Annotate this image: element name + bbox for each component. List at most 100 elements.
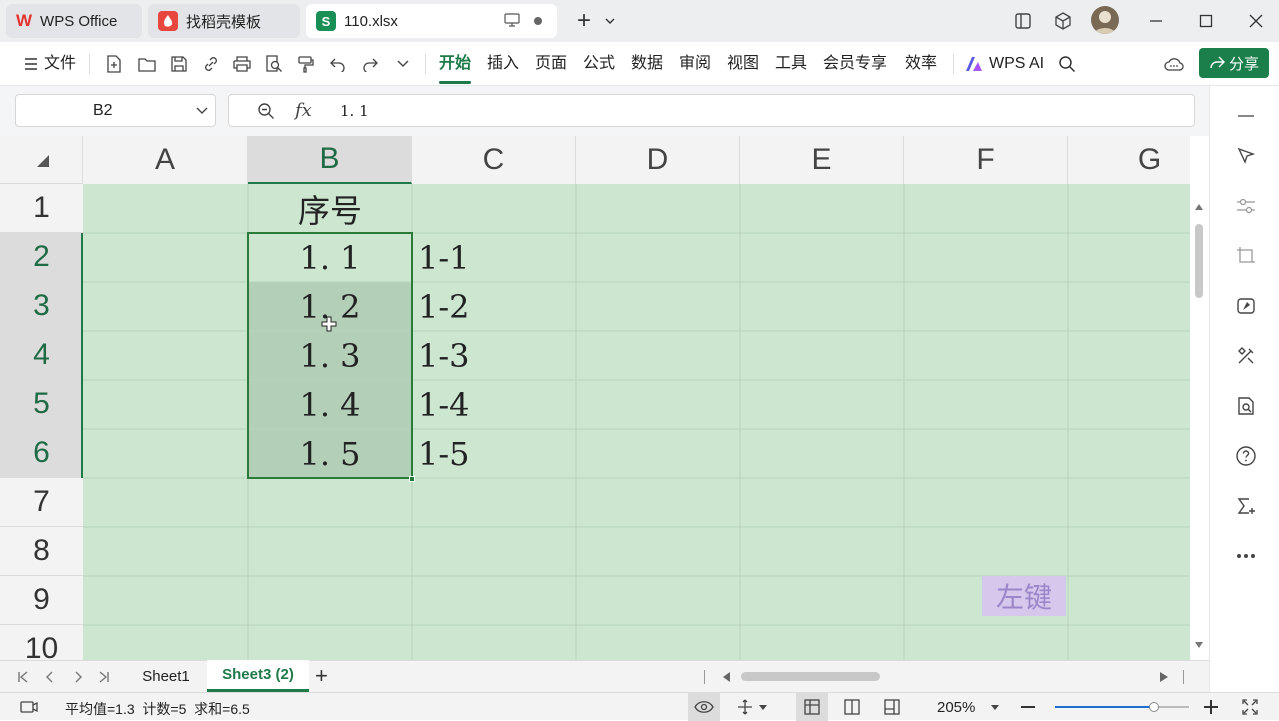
scroll-up-icon[interactable]: [1195, 204, 1203, 210]
last-sheet-icon[interactable]: [98, 671, 110, 683]
menu-tab-page[interactable]: 页面: [535, 52, 567, 76]
row-header-9[interactable]: 9: [0, 576, 83, 625]
tab-110-xlsx[interactable]: S 110.xlsx: [306, 4, 557, 38]
print-icon[interactable]: [231, 53, 253, 75]
zoom-chevron-icon[interactable]: [991, 705, 999, 710]
row-header-2[interactable]: 2: [0, 233, 83, 282]
fill-handle[interactable]: [409, 476, 415, 482]
cube-icon[interactable]: [1049, 8, 1077, 34]
new-file-icon[interactable]: [103, 53, 125, 75]
column-header-c[interactable]: C: [412, 136, 576, 184]
print-preview-icon[interactable]: [263, 53, 285, 75]
cell-c2[interactable]: 1-1: [418, 233, 568, 282]
eye-protection-button[interactable]: [688, 693, 720, 721]
select-pointer-icon[interactable]: [1234, 144, 1258, 168]
column-header-e[interactable]: E: [740, 136, 904, 184]
more-options-icon[interactable]: [1234, 544, 1258, 568]
column-header-f[interactable]: F: [904, 136, 1068, 184]
name-box-chevron-icon[interactable]: [196, 107, 208, 115]
menu-tab-efficiency[interactable]: 效率: [905, 52, 937, 76]
zoom-in-icon[interactable]: [1204, 700, 1218, 714]
vertical-scroll-thumb[interactable]: [1195, 224, 1203, 298]
row-header-6[interactable]: 6: [0, 429, 83, 478]
row-header-5[interactable]: 5: [0, 380, 83, 429]
menu-tab-review[interactable]: 审阅: [679, 52, 711, 76]
normal-view-button[interactable]: [796, 693, 828, 721]
zoom-out-icon[interactable]: [1021, 706, 1035, 708]
name-box[interactable]: B2: [15, 94, 216, 127]
menu-tab-home[interactable]: 开始: [439, 52, 472, 84]
select-all-corner[interactable]: [0, 136, 83, 184]
new-tab-button[interactable]: +: [570, 7, 598, 34]
page-break-icon[interactable]: [884, 699, 900, 715]
layout-toggle-icon[interactable]: [1009, 8, 1037, 34]
cell-b1[interactable]: 序号: [248, 184, 412, 233]
column-header-b[interactable]: B: [248, 136, 412, 184]
row-header-1[interactable]: 1: [0, 184, 83, 233]
cloud-sync-icon[interactable]: [1163, 53, 1185, 75]
link-icon[interactable]: [200, 53, 222, 75]
undo-icon[interactable]: [327, 53, 349, 75]
menu-tab-tools[interactable]: 工具: [775, 52, 807, 76]
menu-file[interactable]: 文件: [44, 52, 76, 76]
unsaved-dot-icon[interactable]: [534, 17, 542, 25]
search-icon[interactable]: [1056, 53, 1078, 75]
scroll-right-icon[interactable]: [1160, 672, 1168, 682]
zoom-slider[interactable]: [1055, 702, 1189, 712]
transform-icon[interactable]: [1234, 244, 1258, 268]
column-header-d[interactable]: D: [576, 136, 740, 184]
spreadsheet-grid[interactable]: A B C D E F G 1 2 3 4 5 6 7 8 9 10 序号 1.…: [0, 136, 1190, 660]
column-header-g[interactable]: G: [1068, 136, 1190, 184]
close-icon[interactable]: [1242, 8, 1270, 34]
cell-c3[interactable]: 1-2: [418, 282, 568, 331]
tab-wps-office[interactable]: W WPS Office: [6, 4, 142, 38]
formula-input[interactable]: fx 1. 1: [228, 94, 1195, 127]
scroll-down-icon[interactable]: [1195, 642, 1203, 648]
row-header-3[interactable]: 3: [0, 282, 83, 331]
vertical-scrollbar[interactable]: [1190, 184, 1209, 660]
zoom-formula-icon[interactable]: [257, 102, 275, 120]
sheet-tab-sheet3-2[interactable]: Sheet3 (2): [207, 660, 309, 692]
help-icon[interactable]: [1234, 444, 1258, 468]
save-icon[interactable]: [168, 53, 190, 75]
row-header-10[interactable]: 10: [0, 625, 83, 660]
add-sheet-button[interactable]: +: [315, 663, 328, 689]
freeze-panes-icon[interactable]: [736, 699, 754, 715]
formula-sum-icon[interactable]: [1234, 494, 1258, 518]
minimize-icon[interactable]: [1142, 8, 1170, 34]
cell-c5[interactable]: 1-4: [418, 380, 568, 429]
horizontal-scroll-thumb[interactable]: [741, 672, 880, 681]
column-header-a[interactable]: A: [83, 136, 248, 184]
wps-ai-icon[interactable]: [963, 53, 985, 75]
style-brush-icon[interactable]: [1234, 294, 1258, 318]
row-header-7[interactable]: 7: [0, 478, 83, 527]
document-search-icon[interactable]: [1234, 394, 1258, 418]
menu-tab-formula[interactable]: 公式: [583, 52, 615, 76]
menu-tab-view[interactable]: 视图: [727, 52, 759, 76]
adjust-sliders-icon[interactable]: [1234, 194, 1258, 218]
page-layout-icon[interactable]: [844, 699, 860, 715]
tools-wrench-icon[interactable]: [1234, 344, 1258, 368]
user-avatar[interactable]: [1091, 6, 1119, 34]
row-header-8[interactable]: 8: [0, 527, 83, 576]
first-sheet-icon[interactable]: [17, 671, 29, 683]
maximize-icon[interactable]: [1192, 8, 1220, 34]
macro-record-icon[interactable]: [20, 699, 38, 715]
wps-ai-button[interactable]: WPS AI: [989, 52, 1044, 76]
cell-c4[interactable]: 1-3: [418, 331, 568, 380]
freeze-chevron-icon[interactable]: [759, 705, 767, 710]
next-sheet-icon[interactable]: [72, 671, 84, 683]
zoom-slider-handle[interactable]: [1149, 702, 1160, 712]
collapse-sidebar-icon[interactable]: [1234, 104, 1258, 128]
tab-list-chevron-icon[interactable]: [596, 8, 624, 34]
fullscreen-icon[interactable]: [1242, 699, 1258, 715]
scroll-left-icon[interactable]: [723, 672, 731, 682]
tab-docer-templates[interactable]: 找稻壳模板: [148, 4, 300, 38]
menu-tab-insert[interactable]: 插入: [487, 52, 519, 76]
menu-tab-data[interactable]: 数据: [631, 52, 663, 76]
sheet-tab-sheet1[interactable]: Sheet1: [127, 661, 205, 692]
more-quick-access-chevron-icon[interactable]: [392, 53, 414, 75]
zoom-level[interactable]: 205%: [937, 699, 975, 716]
hamburger-menu-icon[interactable]: [20, 53, 42, 75]
share-button[interactable]: 分享: [1199, 48, 1269, 78]
